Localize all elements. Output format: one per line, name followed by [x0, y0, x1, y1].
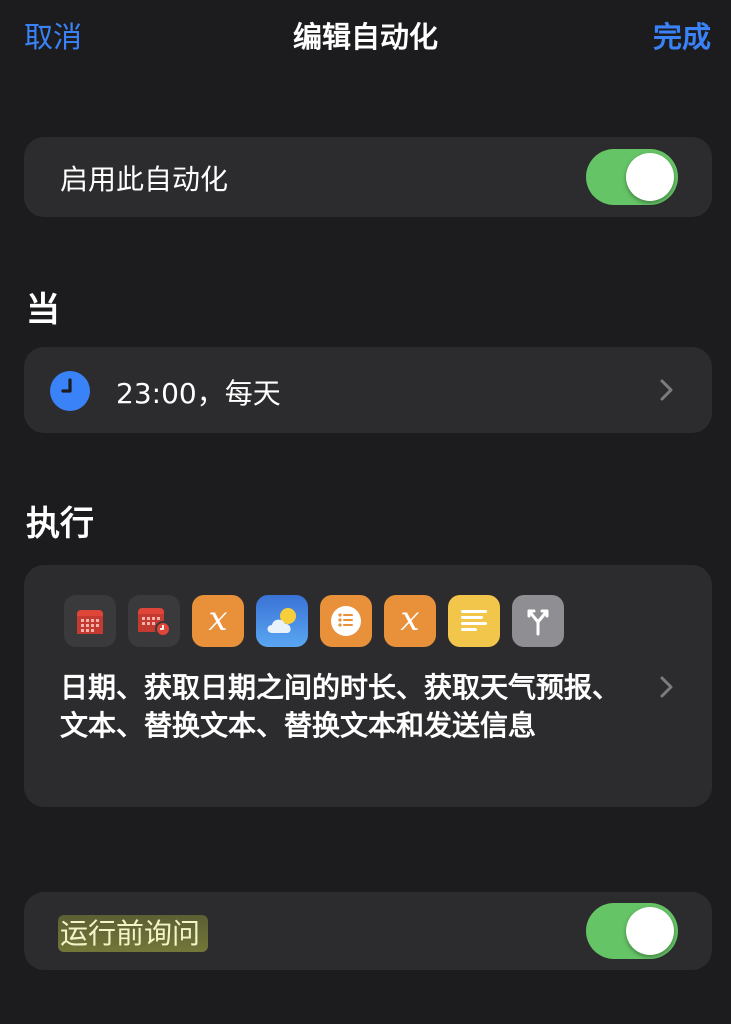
list-icon [320, 595, 372, 647]
navigation-bar: 取消 编辑自动化 完成 [0, 0, 731, 70]
page-title: 编辑自动化 [292, 20, 438, 54]
enable-automation-row: 启用此自动化 [24, 137, 712, 217]
toggle-knob [626, 907, 674, 955]
ask-before-running-toggle[interactable] [586, 903, 678, 959]
ask-before-running-text: 运行前询问 [58, 915, 209, 952]
enable-automation-label: 启用此自动化 [60, 163, 229, 196]
variable-x-icon: x [192, 595, 244, 647]
chevron-right-icon [660, 379, 674, 401]
done-button[interactable]: 完成 [653, 14, 711, 56]
enable-automation-toggle[interactable] [586, 149, 678, 205]
trigger-row[interactable]: 23:00，每天 [24, 347, 712, 433]
edit-automation-screen: 取消 编辑自动化 完成 启用此自动化 当 23:00，每天 执行 x x 日期、… [0, 0, 731, 1024]
calendar-timer-icon [128, 595, 180, 647]
clock-icon [50, 371, 90, 411]
branch-icon [512, 595, 564, 647]
actions-summary: 日期、获取日期之间的时长、获取天气预报、文本、替换文本、替换文本和发送信息 [60, 671, 621, 742]
ask-before-running-row: 运行前询问 [24, 892, 712, 970]
text-lines-icon [448, 595, 500, 647]
do-section-heading: 执行 [26, 504, 94, 544]
toggle-knob [626, 153, 674, 201]
weather-icon [256, 595, 308, 647]
calendar-icon [64, 595, 116, 647]
actions-row[interactable]: x x 日期、获取日期之间的时长、获取天气预报、文本、替换文本、替换文本和发送信… [24, 565, 712, 807]
chevron-right-icon [660, 676, 674, 698]
action-icons-row: x x [64, 595, 564, 649]
when-section-heading: 当 [26, 290, 60, 330]
variable-x-icon: x [384, 595, 436, 647]
trigger-label: 23:00，每天 [116, 377, 281, 410]
ask-before-running-label: 运行前询问 [58, 912, 209, 952]
